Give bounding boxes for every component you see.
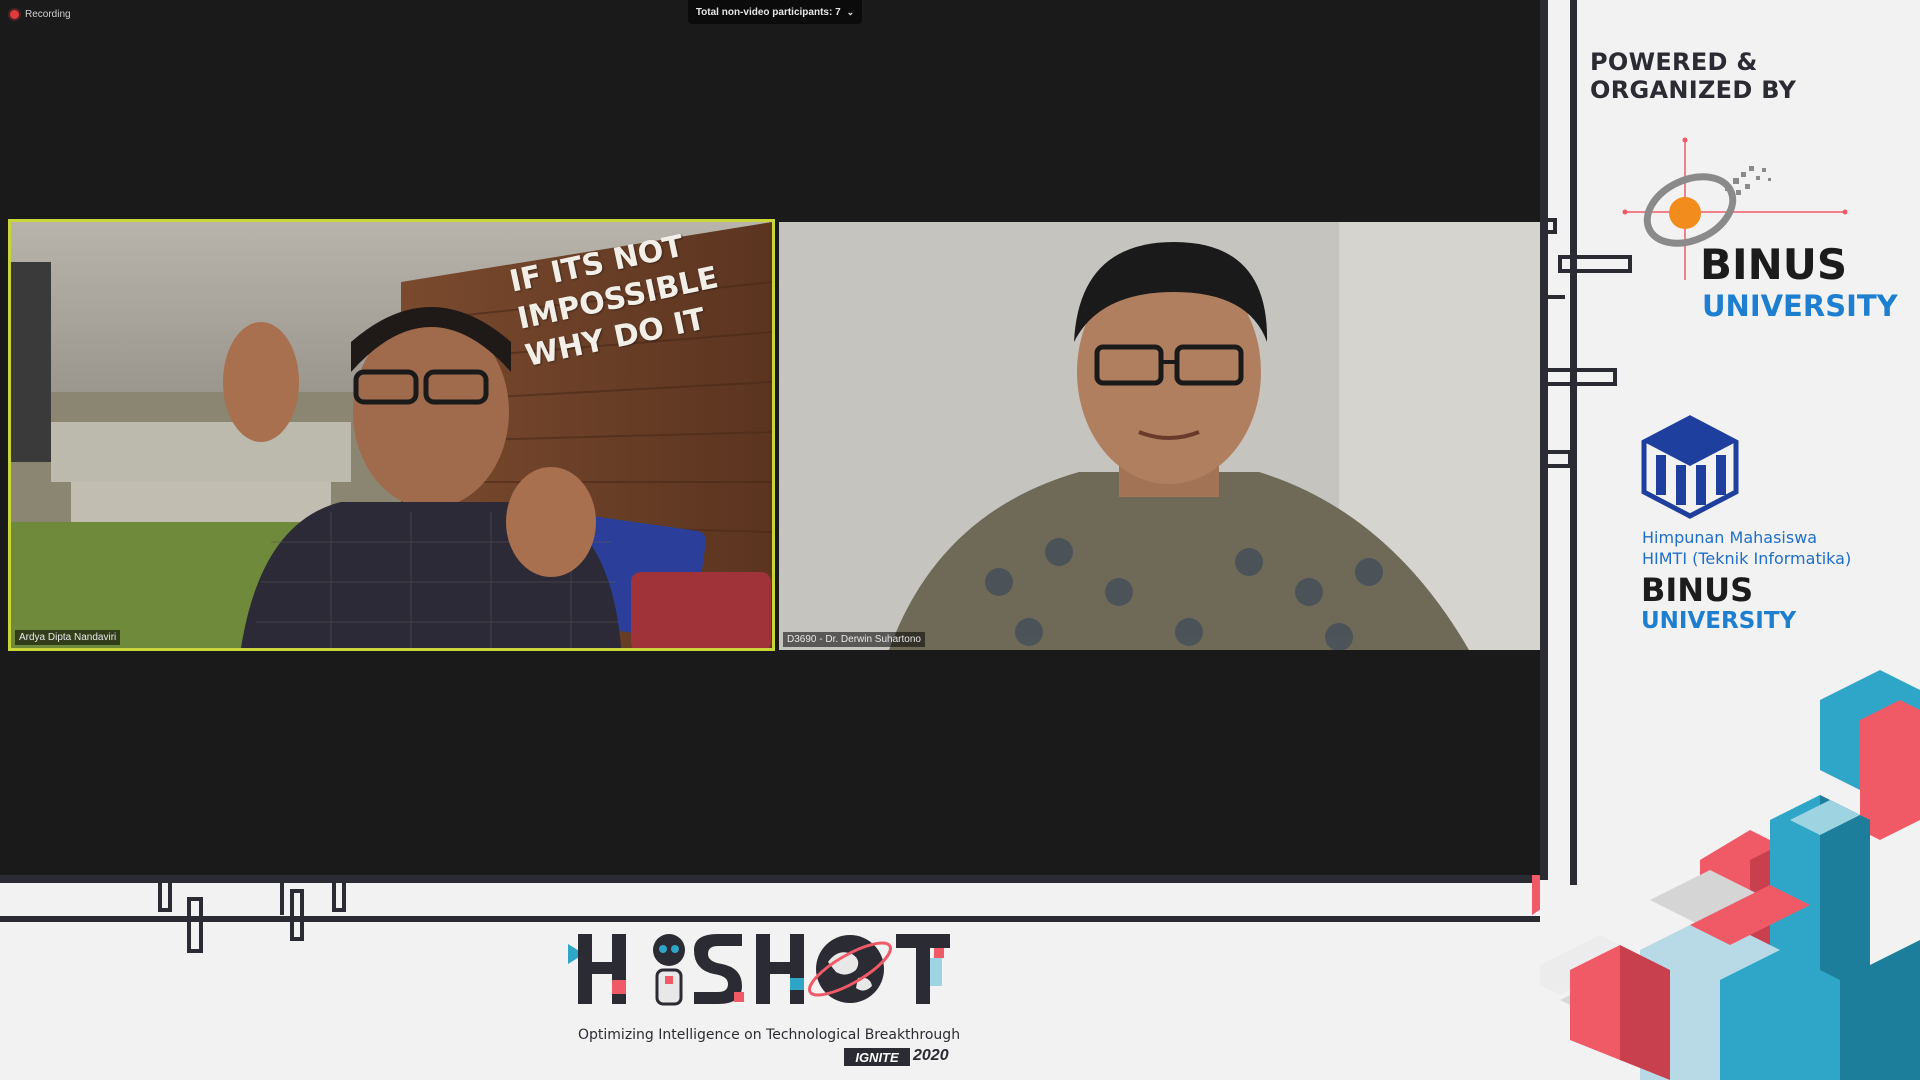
recording-label: Recording	[25, 9, 71, 20]
ignite-badge: IGNITE	[844, 1048, 910, 1066]
branding-bar: Optimizing Intelligence on Technological…	[0, 875, 1540, 1080]
himti-binus-word: BINUS	[1641, 571, 1754, 609]
participants-label: Total non-video participants: 7	[695, 6, 841, 18]
participant-name-tag: Ardya Dipta Nandaviri	[15, 630, 121, 645]
sponsor-panel: POWERED & ORGANIZED BY BINUS UNIVERSITY …	[1540, 0, 1920, 1080]
recording-indicator[interactable]: Recording	[10, 9, 71, 20]
binus-logo-university: UNIVERSITY	[1702, 289, 1898, 323]
binus-logo-word: BINUS	[1700, 240, 1848, 289]
record-icon	[10, 10, 19, 19]
event-year: 2020	[913, 1047, 949, 1064]
participant-video-feed	[779, 222, 1540, 650]
himti-line-2: HIMTI (Teknik Informatika)	[1642, 549, 1852, 568]
himti-binus-university: UNIVERSITY	[1641, 608, 1797, 634]
himti-line-1: Himpunan Mahasiswa	[1642, 528, 1818, 547]
video-tile-participant[interactable]: D3690 - Dr. Derwin Suhartono	[779, 222, 1540, 650]
event-tagline: Optimizing Intelligence on Technological…	[578, 1027, 961, 1043]
video-tile-speaker[interactable]: IF ITS NOT IMPOSSIBLE WHY DO IT Ardya Di…	[8, 219, 775, 651]
participant-name-tag: D3690 - Dr. Derwin Suhartono	[783, 632, 925, 647]
hishot-logo	[568, 934, 950, 1006]
participants-dropdown[interactable]: Total non-video participants: 7 ⌄	[688, 0, 862, 24]
chevron-down-icon: ⌄	[846, 6, 855, 17]
powered-by-heading: POWERED & ORGANIZED BY	[1590, 48, 1797, 104]
